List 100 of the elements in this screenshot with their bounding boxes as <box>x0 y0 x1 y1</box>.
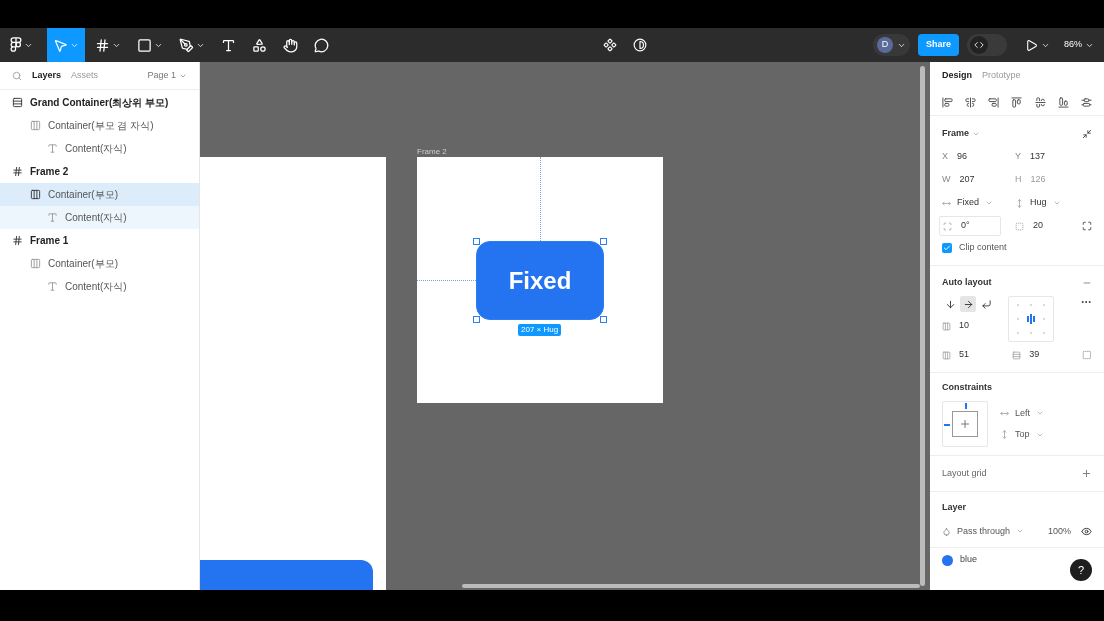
section-menu[interactable]: Frame <box>942 127 980 141</box>
fill-row[interactable]: blue <box>930 548 1040 572</box>
align-top-icon[interactable] <box>1011 97 1023 108</box>
avatar: D <box>876 37 893 53</box>
section-title: Layout grid <box>942 466 987 480</box>
align-bottom-icon[interactable] <box>1057 97 1069 108</box>
distribute-icon[interactable] <box>1080 97 1092 108</box>
horizontal-padding-field[interactable]: 51 <box>942 346 1013 364</box>
frame-icon <box>12 166 23 177</box>
layer-item[interactable]: Grand Container(최상위 부모) <box>0 91 199 114</box>
layer-item[interactable]: Frame 2 <box>0 160 199 183</box>
field-label: Y <box>1015 150 1021 164</box>
layer-item[interactable]: Container(부모) <box>0 252 199 275</box>
number-field[interactable]: W 207 <box>939 170 1011 190</box>
gap-field[interactable]: 10 <box>942 318 1008 334</box>
text-icon <box>47 143 58 154</box>
visibility-icon[interactable] <box>1081 525 1092 537</box>
layer-name: Grand Container(최상위 부모) <box>30 96 169 110</box>
stack-icon <box>12 97 23 108</box>
pointer-icon <box>53 37 68 53</box>
layer-item[interactable]: Frame 1 <box>0 229 199 252</box>
check-icon <box>943 244 951 252</box>
code-icon <box>974 40 984 50</box>
zoom-menu[interactable]: 86% <box>1064 38 1094 52</box>
layer-item[interactable]: Content(자식) <box>0 206 199 229</box>
layer-name: Content(자식) <box>65 280 127 294</box>
width-mode-menu[interactable]: Fixed <box>939 193 1011 213</box>
field-value: 126 <box>1030 173 1046 187</box>
add-icon[interactable] <box>1081 468 1092 479</box>
avatar-button[interactable]: D <box>872 34 910 56</box>
align-right-icon[interactable] <box>988 97 1000 108</box>
number-field[interactable]: Y 137 <box>1012 147 1084 167</box>
dev-mode-toggle[interactable] <box>967 34 1007 56</box>
panel-tab[interactable]: Layers <box>32 68 62 83</box>
logo-icon <box>10 37 22 53</box>
arrow-down-icon <box>944 298 956 310</box>
component-icon[interactable] <box>603 38 617 52</box>
direction-button[interactable] <box>960 296 976 312</box>
field-label: X <box>942 150 948 164</box>
resize-handle[interactable] <box>473 316 480 323</box>
contrast-icon[interactable] <box>633 38 647 52</box>
comment-icon <box>314 37 329 53</box>
constraints-widget[interactable] <box>942 401 988 447</box>
field-value: 96 <box>957 150 968 164</box>
align-left-icon[interactable] <box>942 97 953 108</box>
radius-field[interactable]: 20 <box>1012 216 1074 236</box>
present-button[interactable] <box>1025 38 1050 52</box>
blend-icon <box>942 526 951 536</box>
pen-icon <box>179 37 194 53</box>
caret-icon <box>1052 199 1061 207</box>
padding-icon <box>1012 350 1022 360</box>
alignment-grid[interactable] <box>1008 296 1054 342</box>
layer-name: Container(부모 겸 자식) <box>48 119 154 133</box>
horizontal-icon <box>1000 408 1009 418</box>
frame-icon <box>12 235 23 246</box>
hand-icon <box>283 37 298 53</box>
play-icon <box>1025 38 1038 52</box>
vertical-padding-field[interactable]: 39 <box>1012 346 1083 364</box>
button-label: Fixed <box>508 265 572 296</box>
field-label: W <box>942 173 951 187</box>
number-field[interactable]: X 96 <box>939 147 1011 167</box>
auto-layout-icon <box>30 120 41 131</box>
layer-item[interactable]: Content(자식) <box>0 275 199 298</box>
rectangle-icon <box>137 37 152 53</box>
help-button[interactable]: ? <box>1070 559 1092 581</box>
resize-handle[interactable] <box>600 316 607 323</box>
vertical-resize-icon <box>1015 198 1024 208</box>
container-button[interactable]: Fixed <box>476 241 604 320</box>
align-middle-icon[interactable] <box>1034 97 1046 108</box>
collapse-icon[interactable] <box>1082 129 1092 139</box>
caret-icon <box>985 199 993 207</box>
resize-handle[interactable] <box>473 238 480 245</box>
scrollbar[interactable] <box>920 66 925 586</box>
height-mode-menu[interactable]: Hug <box>1012 193 1084 213</box>
layer-name: Container(부모) <box>48 188 119 202</box>
layer-item[interactable]: Content(자식) <box>0 137 199 160</box>
rotation-icon <box>943 221 952 231</box>
guide-line <box>417 280 476 281</box>
corners-icon[interactable] <box>1082 221 1092 231</box>
layer-item[interactable]: Container(부모 겸 자식) <box>0 114 199 137</box>
arrow-right-icon <box>962 298 974 310</box>
section-title: Layer <box>942 501 968 514</box>
panel-tab[interactable]: Design <box>942 69 972 83</box>
blend-mode-menu[interactable]: Pass through <box>942 524 1025 538</box>
resize-handle[interactable] <box>600 238 607 245</box>
spacing-icon <box>942 321 951 331</box>
align-center-icon[interactable] <box>965 97 977 108</box>
rotation-field[interactable]: 0° <box>939 216 1001 236</box>
scrollbar[interactable] <box>462 584 920 588</box>
clip-content-checkbox[interactable]: Clip content <box>939 239 1095 257</box>
layer-name: Content(자식) <box>65 211 127 225</box>
layer-item[interactable]: Container(부모) <box>0 183 199 206</box>
horizontal-constraint-menu[interactable]: Left <box>1000 406 1044 420</box>
page-menu[interactable]: Page 1 <box>147 68 187 83</box>
alignment-marker-icon <box>1027 314 1035 324</box>
resources-icon <box>252 37 267 53</box>
frame-label: Frame 2 <box>417 146 447 158</box>
constraint-marker <box>944 424 950 426</box>
vertical-constraint-menu[interactable]: Top <box>1000 428 1044 442</box>
opacity-field[interactable]: 100% <box>1047 524 1071 538</box>
